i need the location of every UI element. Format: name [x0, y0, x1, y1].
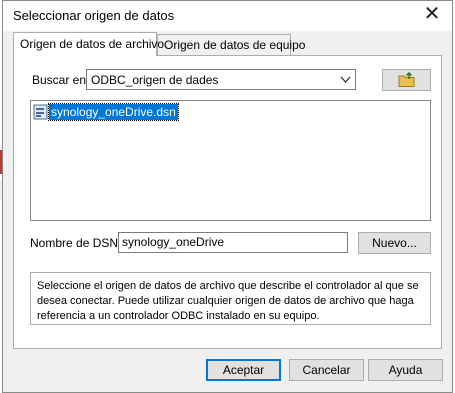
new-button[interactable]: Nuevo...: [358, 232, 431, 254]
dsn-name-field[interactable]: synology_oneDrive: [118, 232, 348, 253]
select-data-source-dialog: Seleccionar origen de datos ✕ Origen de …: [2, 0, 453, 393]
tab-file-data-source[interactable]: Origen de datos de archivo: [13, 32, 164, 56]
file-data-source-panel: Buscar en: ODBC_origen de dades synology…: [13, 55, 442, 349]
title-bar[interactable]: Seleccionar origen de datos ✕: [3, 1, 452, 31]
folder-up-icon: [398, 72, 415, 87]
file-list[interactable]: synology_oneDrive.dsn: [30, 100, 431, 221]
look-in-dropdown[interactable]: ODBC_origen de dades: [86, 69, 356, 90]
chevron-down-icon: [340, 76, 351, 83]
close-icon[interactable]: ✕: [412, 1, 452, 31]
description-box: Seleccione el origen de datos de archivo…: [30, 272, 431, 325]
look-in-value: ODBC_origen de dades: [91, 73, 219, 87]
look-in-label: Buscar en:: [32, 73, 90, 87]
dsn-name-label: Nombre de DSN:: [30, 236, 122, 250]
up-folder-button[interactable]: [382, 69, 431, 91]
tab-machine-data-source[interactable]: Origen de datos de equipo: [157, 34, 305, 56]
dialog-title: Seleccionar origen de datos: [13, 8, 175, 23]
cancel-button[interactable]: Cancelar: [289, 359, 364, 381]
accept-button[interactable]: Aceptar: [206, 359, 281, 381]
help-button[interactable]: Ayuda: [368, 359, 443, 381]
dsn-file-icon: [33, 104, 48, 120]
file-name: synology_oneDrive.dsn: [48, 103, 179, 121]
